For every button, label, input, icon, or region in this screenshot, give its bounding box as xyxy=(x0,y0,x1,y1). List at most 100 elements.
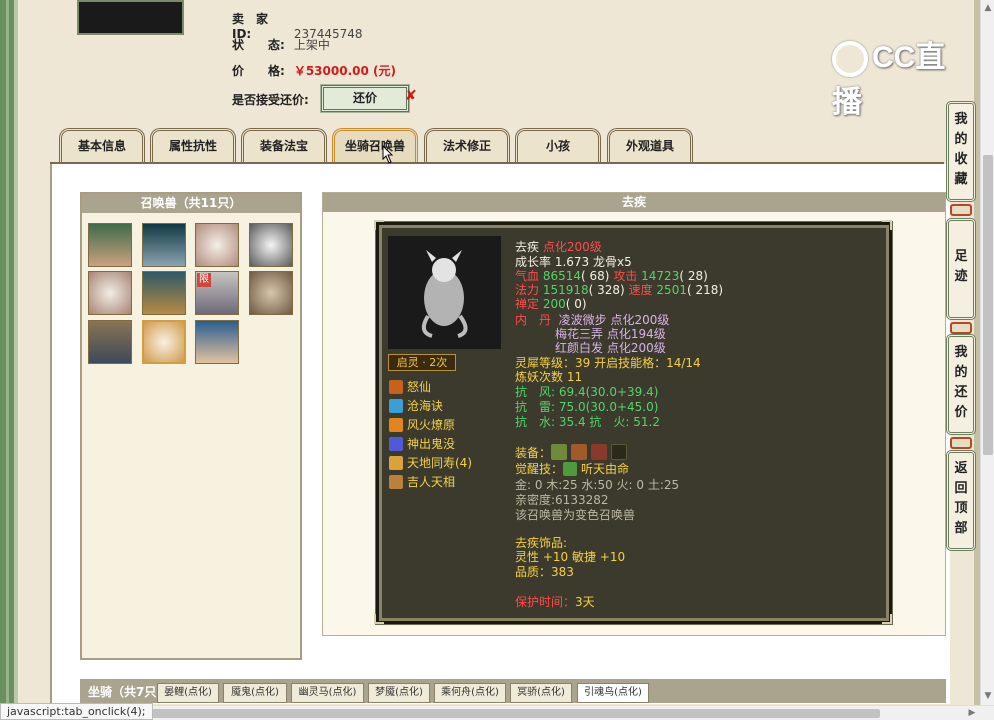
awaken-skill-name: 听天由命 xyxy=(581,462,630,476)
scroll-up-icon[interactable]: ▲ xyxy=(982,2,994,14)
skill-5[interactable]: 天地同寿(4) xyxy=(389,454,472,471)
lianyao-count: 炼妖次数 11 xyxy=(515,370,583,384)
mount-tab-1[interactable]: 晏鲤(点化) xyxy=(157,683,219,703)
attack-label: 攻击 xyxy=(613,269,638,283)
skill-3-label: 风火燎原 xyxy=(407,418,456,432)
equipment-slot-2-icon[interactable] xyxy=(571,444,588,460)
attack-value: 14723 xyxy=(641,269,680,283)
neidan-1: 凌波微步 点化200级 xyxy=(558,313,670,327)
side-nav-back-to-top[interactable]: 返回顶部 xyxy=(946,450,976,551)
chanding-line: 禅定 200( 0) xyxy=(515,297,587,311)
equipment-label: 装备： xyxy=(515,446,552,460)
pet-thumb-3[interactable] xyxy=(195,223,239,267)
skill-1[interactable]: 怒仙 xyxy=(389,378,431,395)
equipment-slot-3-icon[interactable] xyxy=(591,444,608,460)
side-nav-footprints[interactable]: 足迹 xyxy=(946,218,976,320)
pet-figure-icon xyxy=(421,250,468,338)
counter-offer-no-icon: ✘ xyxy=(405,88,417,104)
pet-thumb-1[interactable] xyxy=(88,223,132,267)
pet-thumb-10[interactable] xyxy=(142,320,186,364)
pet-thumb-11[interactable] xyxy=(195,320,239,364)
scroll-right-icon[interactable]: ▶ xyxy=(966,707,978,719)
browser-status-bar: javascript:tab_onclick(4); xyxy=(0,703,153,720)
skill-6[interactable]: 吉人天相 xyxy=(389,473,455,490)
tab-mounts-pets[interactable]: 坐骑召唤兽 xyxy=(332,128,418,163)
skill-1-icon xyxy=(389,380,403,394)
skill-3[interactable]: 风火燎原 xyxy=(389,416,455,433)
left-page-border xyxy=(0,0,18,720)
side-nav-favorites[interactable]: 我的收藏 xyxy=(946,101,976,202)
lingxi-level: 灵犀等级：39 开启技能格：14/14 xyxy=(515,356,701,370)
status-row: 状 态: 上架中 xyxy=(232,36,330,53)
tab-equipment[interactable]: 装备法宝 xyxy=(241,128,327,163)
side-nav-connector-2 xyxy=(950,322,972,334)
price-value: ￥53000.00 (元) xyxy=(293,64,396,78)
status-label: 状 态: xyxy=(232,38,285,52)
pet-thumb-6[interactable] xyxy=(142,271,186,315)
counter-offer-button[interactable]: 还价 xyxy=(320,84,410,113)
growth-rate: 成长率 1.673 龙骨x5 xyxy=(515,255,632,269)
qiling-badge: 启灵 · 2次 xyxy=(388,354,456,371)
awaken-skill-icon xyxy=(563,462,578,476)
neidan-3: 红颜白发 点化200级 xyxy=(555,341,666,355)
pet-name-line: 去疾 点化200级 xyxy=(515,240,602,254)
pet-portrait xyxy=(388,236,501,349)
mount-tab-2[interactable]: 魇鬼(点化) xyxy=(223,683,287,703)
card-corner-bl xyxy=(374,614,384,624)
pet-thumb-8[interactable] xyxy=(249,271,293,315)
scroll-down-icon[interactable]: ▼ xyxy=(982,690,994,702)
horizontal-scroll-thumb[interactable] xyxy=(130,709,880,718)
card-corner-tl xyxy=(374,220,384,230)
mana-label: 法力 xyxy=(515,283,540,297)
speed-label: 速度 xyxy=(628,283,653,297)
mana-value: 151918 xyxy=(542,283,589,297)
pet-thumb-2[interactable] xyxy=(142,223,186,267)
protect-time-line: 保护时间：3天 xyxy=(515,595,595,609)
protect-time-value: 3天 xyxy=(575,595,595,609)
side-nav-back-to-top-label: 返回顶部 xyxy=(954,461,968,536)
side-nav-connector-3 xyxy=(950,437,972,449)
mount-tab-6[interactable]: 冥骄(点化) xyxy=(510,683,572,703)
tab-children[interactable]: 小孩 xyxy=(515,128,601,163)
awaken-label: 觉醒技： xyxy=(515,462,564,476)
tab-appearance-items[interactable]: 外观道具 xyxy=(607,128,693,163)
accessory-title: 去疾饰品: xyxy=(515,536,568,550)
pet-detail-title: 去疾 xyxy=(323,193,945,212)
awaken-skill-line: 觉醒技： 听天由命 xyxy=(515,462,629,476)
mount-tab-7[interactable]: 引魂鸟(点化) xyxy=(577,683,649,703)
neidan-2: 梅花三弄 点化194级 xyxy=(555,327,666,341)
pet-thumb-7[interactable]: 限 xyxy=(195,271,239,315)
skill-1-label: 怒仙 xyxy=(407,380,432,394)
tab-attributes[interactable]: 属性抗性 xyxy=(150,128,236,163)
resist-thunder: 抗 雷: 75.0(30.0+45.0) xyxy=(515,400,659,414)
mount-tab-5[interactable]: 乘何舟(点化) xyxy=(434,683,506,703)
mana-speed-line: 法力 151918( 328) 速度 2501( 218) xyxy=(515,283,723,297)
intimacy: 亲密度:6133282 xyxy=(515,493,609,507)
skill-4[interactable]: 神出鬼没 xyxy=(389,435,455,452)
skill-2[interactable]: 沧海诀 xyxy=(389,397,443,414)
mount-tab-3[interactable]: 幽灵马(点化) xyxy=(291,683,364,703)
pet-thumb-5[interactable] xyxy=(88,271,132,315)
counter-offer-label: 是否接受还价: xyxy=(232,93,309,107)
hp-attack-line: 气血 86514( 68) 攻击 14723( 28) xyxy=(515,269,708,283)
resist-water-fire: 抗 水: 35.4 抗 火: 51.2 xyxy=(515,415,660,429)
pet-thumb-9[interactable] xyxy=(88,320,132,364)
skill-6-icon xyxy=(389,475,403,489)
mount-tab-4[interactable]: 梦魇(点化) xyxy=(368,683,430,703)
elements: 金: 0 木:25 水:50 火: 0 土:25 xyxy=(515,478,680,492)
pet-thumb-4[interactable] xyxy=(249,223,293,267)
equipment-line: 装备： xyxy=(515,444,631,460)
side-nav-my-offers[interactable]: 我的还价 xyxy=(946,334,976,435)
neidan-line-1: 内 丹 凌波微步 点化200级 xyxy=(515,313,669,327)
limited-badge: 限 xyxy=(197,273,211,287)
vertical-scroll-thumb[interactable] xyxy=(983,155,993,455)
equipment-slot-1-icon[interactable] xyxy=(551,444,568,460)
skill-5-icon xyxy=(389,456,403,470)
counter-offer-row: 是否接受还价: xyxy=(232,91,309,108)
vertical-scrollbar[interactable]: ▲ ▼ xyxy=(980,0,994,705)
equipment-slot-4-icon[interactable] xyxy=(611,444,628,460)
skill-5-label: 天地同寿(4) xyxy=(407,456,472,470)
tab-basic-info[interactable]: 基本信息 xyxy=(59,128,145,163)
tab-spell-correction[interactable]: 法术修正 xyxy=(424,128,510,163)
seller-role-thumbnail xyxy=(77,0,184,35)
